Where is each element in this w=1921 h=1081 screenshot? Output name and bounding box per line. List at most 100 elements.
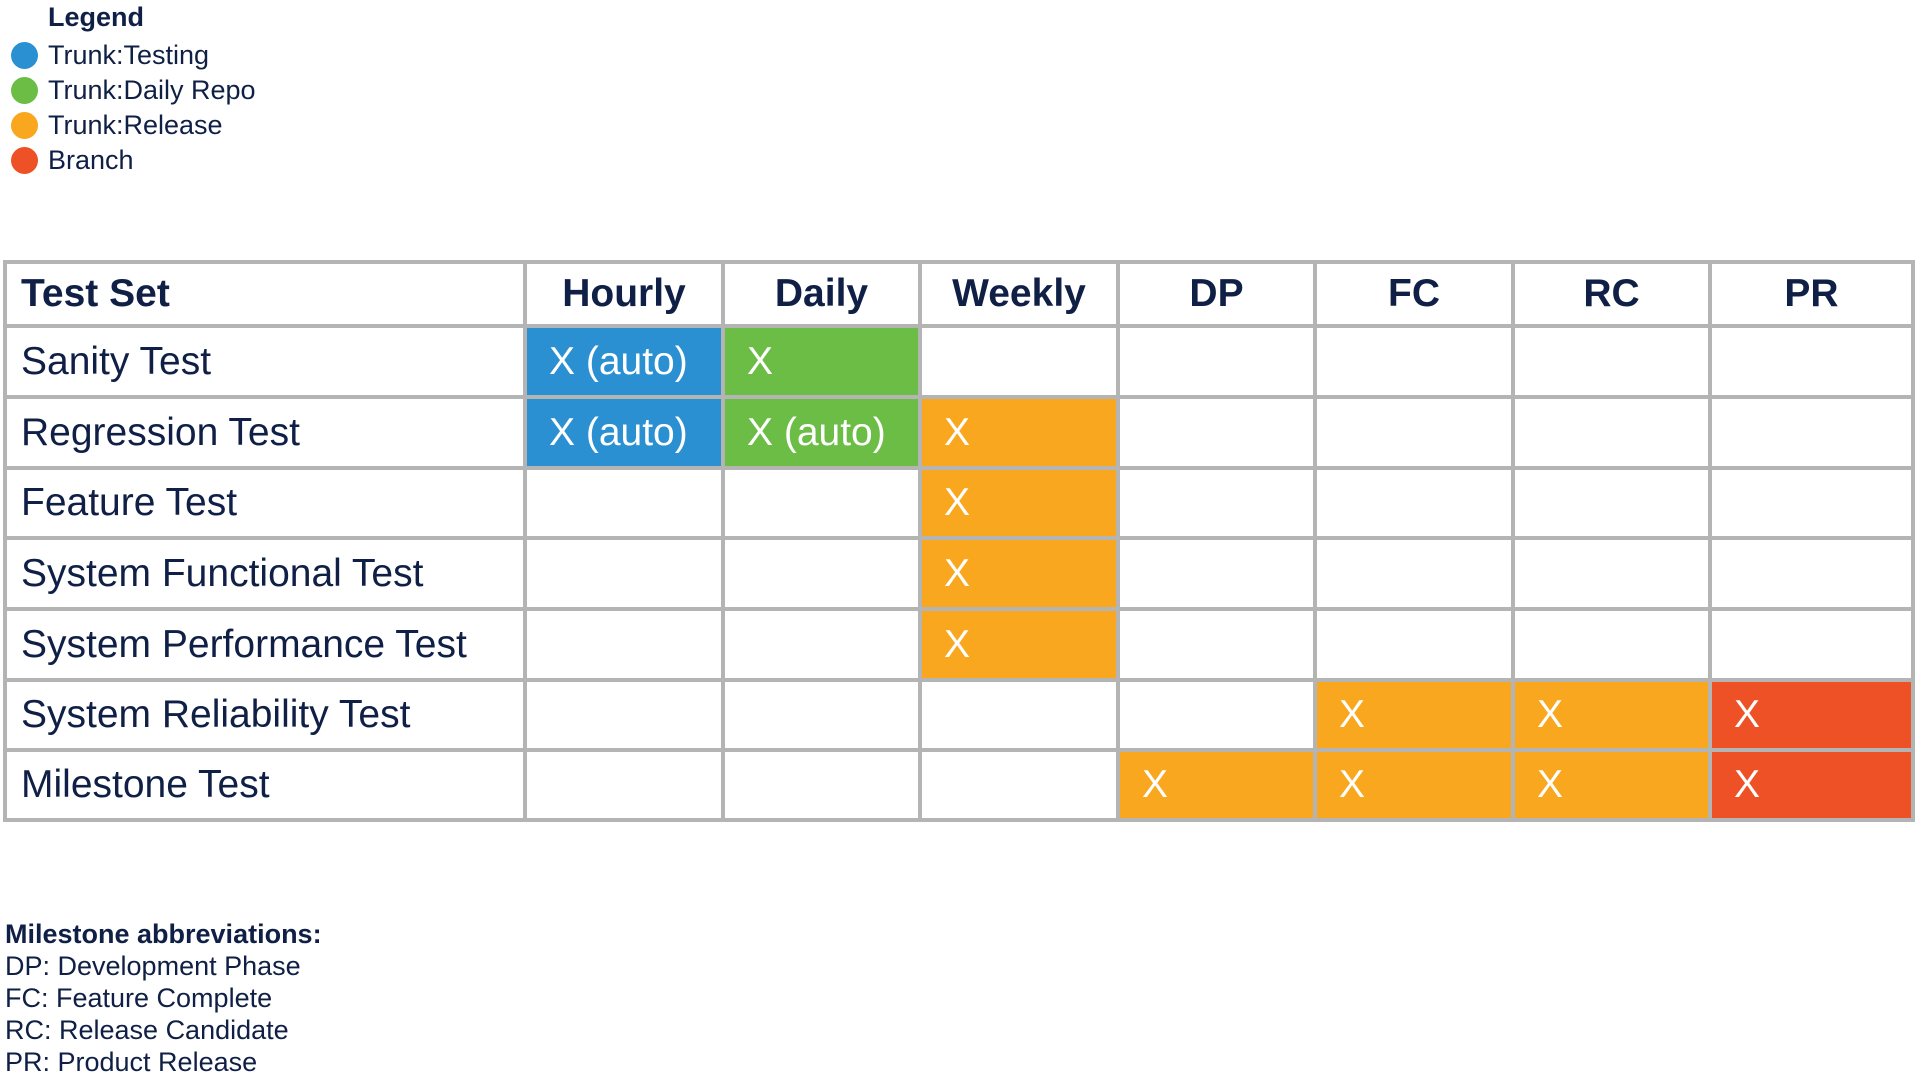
schedule-mark: X (auto) — [747, 410, 886, 454]
test-set-name: Feature Test — [21, 481, 238, 524]
test-set-name: System Reliability Test — [21, 693, 411, 736]
test-schedule-table: Test Set Hourly Daily Weekly DP FC RC PR Sanity … — [3, 260, 1915, 822]
schedule-cell-empty — [1712, 611, 1911, 678]
abbreviation-line: FC: Feature Complete — [5, 983, 273, 1013]
column-header-label: FC — [1388, 272, 1440, 315]
schedule-cell-empty — [1712, 328, 1911, 395]
schedule-cell-empty — [1120, 328, 1313, 395]
schedule-cell-release: X — [1120, 752, 1313, 818]
schedule-cell-empty — [725, 682, 918, 748]
test-set-name: System Functional Test — [21, 551, 424, 595]
legend-dot-icon — [11, 42, 38, 69]
schedule-cell-daily: X (auto) — [725, 399, 918, 466]
row-label-cell: System Functional Test — [7, 540, 523, 607]
schedule-cell-empty — [1515, 470, 1708, 536]
schedule-mark: X — [944, 481, 971, 524]
column-header-label: Weekly — [952, 272, 1086, 315]
schedule-mark: X — [944, 551, 971, 595]
column-header-daily: Daily — [725, 264, 918, 324]
legend-label: Trunk:Testing — [48, 40, 210, 70]
schedule-cell-empty — [527, 470, 721, 536]
schedule-cell-empty — [1317, 540, 1511, 607]
schedule-cell-empty — [527, 682, 721, 748]
row-label-cell: System Reliability Test — [7, 682, 523, 748]
schedule-cell-empty — [1712, 399, 1911, 466]
row-label-cell: Milestone Test — [7, 752, 523, 818]
schedule-cell-release: X — [1317, 682, 1511, 748]
schedule-cell-empty — [1120, 611, 1313, 678]
legend-title: Legend — [48, 2, 145, 32]
schedule-cell-empty — [1712, 470, 1911, 536]
column-header-label: Hourly — [562, 272, 686, 315]
row-label-cell: Sanity Test — [7, 328, 523, 395]
column-header-dp: DP — [1120, 264, 1313, 324]
schedule-cell-release: X — [922, 470, 1116, 536]
schedule-mark: X — [1339, 693, 1366, 736]
schedule-cell-empty — [527, 611, 721, 678]
schedule-mark: X — [1734, 693, 1761, 736]
schedule-mark: X — [944, 410, 971, 454]
schedule-cell-empty — [1515, 611, 1708, 678]
test-set-name: System Performance Test — [21, 622, 467, 666]
schedule-cell-empty — [1317, 611, 1511, 678]
schedule-cell-empty — [1317, 470, 1511, 536]
schedule-cell-empty — [725, 470, 918, 536]
schedule-cell-empty — [1712, 540, 1911, 607]
schedule-mark: X — [1339, 763, 1366, 806]
row-label-cell: Feature Test — [7, 470, 523, 536]
schedule-cell-empty — [1120, 470, 1313, 536]
test-set-name: Milestone Test — [21, 763, 270, 806]
schedule-mark: X — [1537, 763, 1564, 806]
schedule-mark: X — [1734, 763, 1761, 806]
schedule-cell-release: X — [922, 399, 1116, 466]
schedule-cell-empty — [725, 540, 918, 607]
schedule-cell-testing: X (auto) — [527, 399, 721, 466]
schedule-cell-empty — [725, 611, 918, 678]
schedule-mark: X — [747, 339, 774, 383]
column-header-label: Test Set — [21, 272, 170, 315]
abbreviation-line: PR: Product Release — [5, 1047, 258, 1077]
schedule-cell-empty — [1120, 540, 1313, 607]
schedule-mark: X (auto) — [549, 339, 688, 383]
schedule-cell-branch: X — [1712, 682, 1911, 748]
schedule-cell-empty — [527, 752, 721, 818]
column-header-label: PR — [1784, 272, 1839, 315]
schedule-cell-branch: X — [1712, 752, 1911, 818]
row-label-cell: Regression Test — [7, 399, 523, 466]
schedule-cell-release: X — [922, 611, 1116, 678]
column-header-label: DP — [1189, 272, 1244, 315]
schedule-cell-empty — [1515, 328, 1708, 395]
schedule-cell-release: X — [1515, 752, 1708, 818]
schedule-cell-empty — [1120, 682, 1313, 748]
column-header-hourly: Hourly — [527, 264, 721, 324]
test-set-name: Sanity Test — [21, 339, 212, 383]
abbreviation-line: DP: Development Phase — [5, 951, 301, 981]
schedule-cell-empty — [1317, 328, 1511, 395]
legend-label: Trunk:Daily Repo — [48, 75, 256, 105]
column-header-rc: RC — [1515, 264, 1708, 324]
schedule-cell-release: X — [922, 540, 1116, 607]
abbreviation-line: RC: Release Candidate — [5, 1015, 289, 1045]
schedule-cell-release: X — [1515, 682, 1708, 748]
schedule-cell-empty — [527, 540, 721, 607]
schedule-cell-daily: X — [725, 328, 918, 395]
schedule-cell-empty — [922, 328, 1116, 395]
column-header-test-set: Test Set — [7, 264, 523, 324]
row-label-cell: System Performance Test — [7, 611, 523, 678]
schedule-cell-release: X — [1317, 752, 1511, 818]
milestone-abbreviations: Milestone abbreviations: DP: Development… — [5, 918, 322, 1078]
column-header-pr: PR — [1712, 264, 1911, 324]
test-set-name: Regression Test — [21, 410, 300, 454]
schedule-mark: X (auto) — [549, 410, 688, 454]
column-header-weekly: Weekly — [922, 264, 1116, 324]
column-header-label: RC — [1583, 272, 1640, 315]
legend-dot-icon — [11, 77, 38, 104]
schedule-cell-empty — [922, 752, 1116, 818]
schedule-cell-empty — [1317, 399, 1511, 466]
legend-dot-icon — [11, 147, 38, 174]
abbreviations-title: Milestone abbreviations: — [5, 919, 322, 949]
column-header-fc: FC — [1317, 264, 1511, 324]
schedule-cell-empty — [1515, 540, 1708, 607]
schedule-mark: X — [944, 622, 971, 666]
schedule-cell-empty — [725, 752, 918, 818]
